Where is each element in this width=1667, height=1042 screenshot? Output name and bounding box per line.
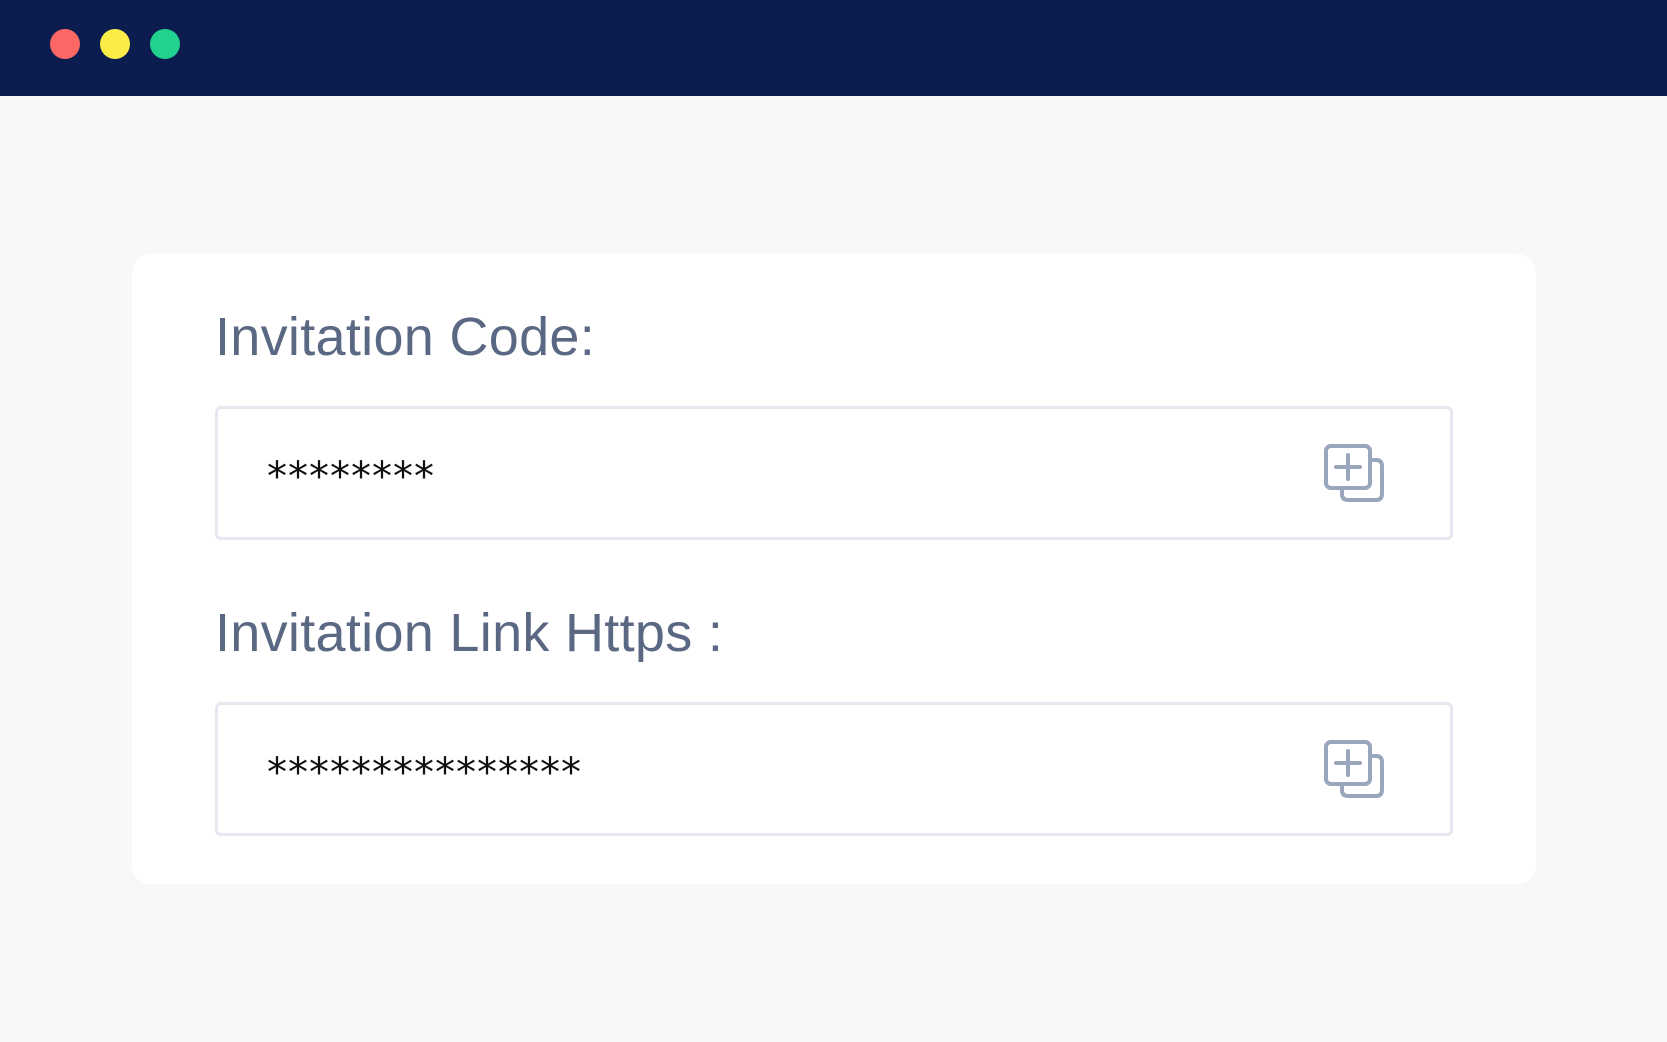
copy-add-icon xyxy=(1324,740,1384,798)
invitation-code-value: ******** xyxy=(267,454,435,500)
invitation-link-value: *************** xyxy=(267,750,582,796)
close-window-button[interactable] xyxy=(50,29,80,59)
app-window: Invitation Code: ******** Invitation Lin… xyxy=(0,0,1667,1042)
invitation-code-label: Invitation Code: xyxy=(215,307,596,367)
invitation-link-label: Invitation Link Https : xyxy=(215,603,724,663)
maximize-window-button[interactable] xyxy=(150,29,180,59)
title-bar xyxy=(0,0,1667,96)
copy-invitation-code-button[interactable] xyxy=(1322,442,1386,506)
minimize-window-button[interactable] xyxy=(100,29,130,59)
invitation-card: Invitation Code: ******** Invitation Lin… xyxy=(132,254,1536,884)
invitation-link-field[interactable]: *************** xyxy=(215,702,1453,836)
copy-invitation-link-button[interactable] xyxy=(1322,738,1386,802)
copy-add-icon xyxy=(1324,444,1384,502)
invitation-code-field[interactable]: ******** xyxy=(215,406,1453,540)
